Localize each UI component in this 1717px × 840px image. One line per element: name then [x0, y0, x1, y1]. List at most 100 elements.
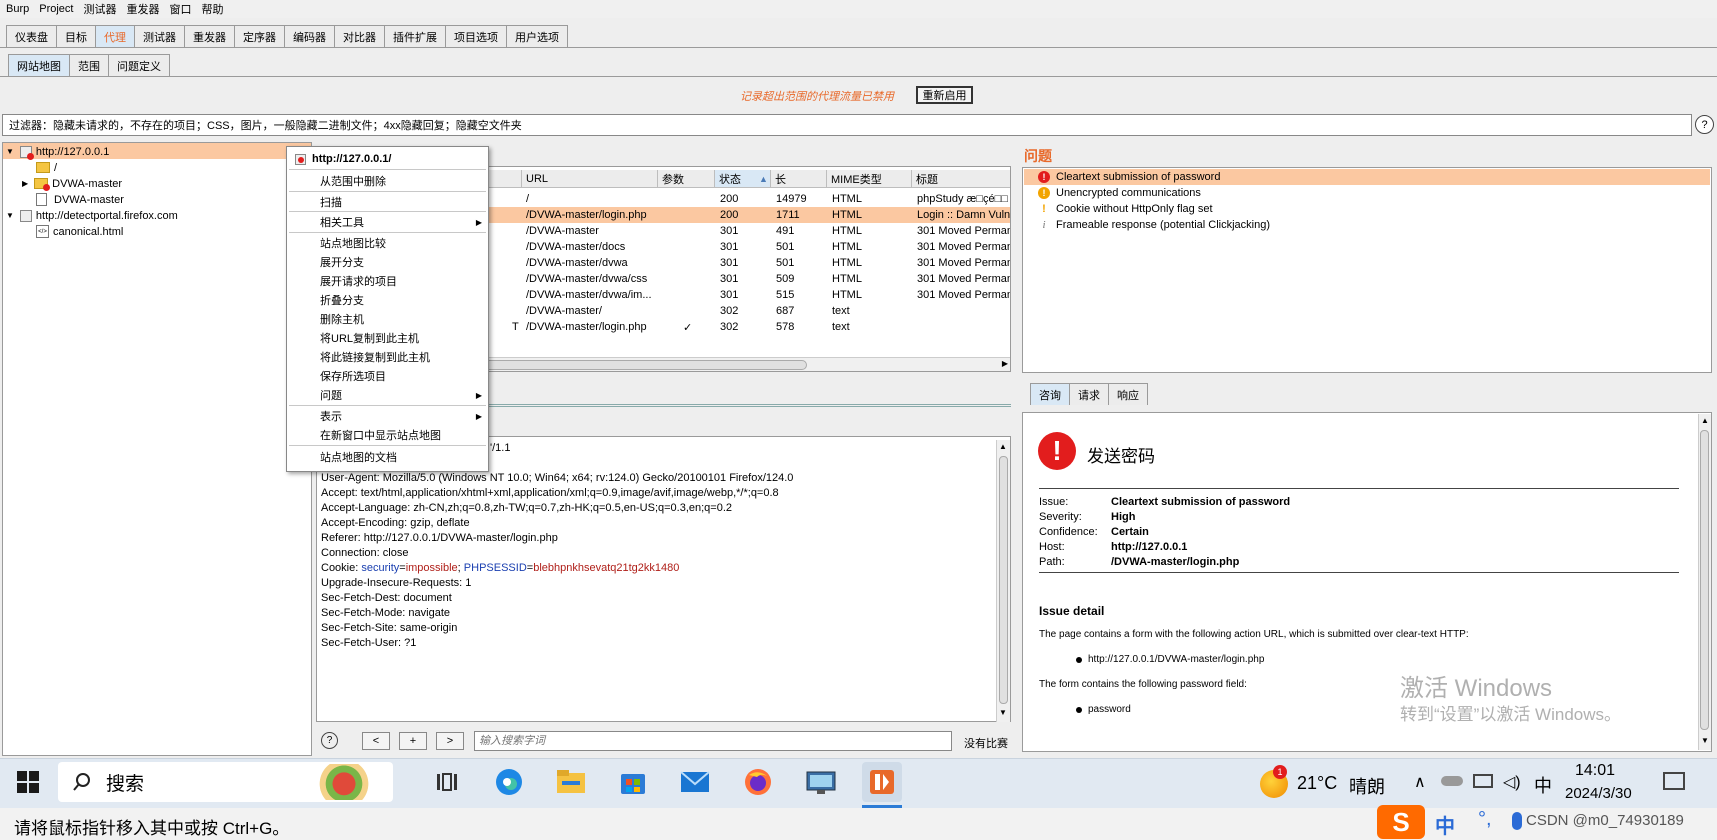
weather-desc[interactable]: 晴朗 — [1349, 773, 1385, 799]
menu-repeater[interactable]: 重发器 — [127, 1, 160, 17]
notification-center-icon[interactable] — [1663, 772, 1685, 790]
menu-item-copy-urls[interactable]: 将URL复制到此主机 — [287, 329, 488, 347]
edge-icon[interactable] — [489, 762, 529, 802]
collapse-icon[interactable]: ▼ — [6, 147, 14, 156]
tab-request[interactable]: 请求 — [1069, 383, 1109, 405]
menu-item-expand-requested[interactable]: 展开请求的项目 — [287, 272, 488, 290]
expand-icon[interactable]: ▶ — [22, 179, 28, 188]
menu-help[interactable]: 帮助 — [202, 1, 224, 17]
filter-bar[interactable]: 过滤器：隐藏未请求的，不存在的项目；CSS，图片，一般隐藏二进制文件；4xx隐藏… — [2, 114, 1692, 136]
scroll-thumb[interactable] — [999, 456, 1008, 704]
sogou-ime-icon[interactable]: S — [1377, 805, 1425, 839]
table-header-length[interactable]: 长 — [771, 170, 827, 188]
network-icon[interactable] — [1473, 774, 1493, 788]
scroll-down-icon[interactable]: ▼ — [999, 708, 1007, 717]
help-icon[interactable]: ? — [1695, 115, 1714, 134]
clock-date[interactable]: 2024/3/30 — [1565, 785, 1632, 802]
chevron-up-icon[interactable]: ∧ — [1414, 772, 1426, 792]
ime-mode[interactable]: 中 — [1435, 810, 1455, 839]
menu-item-documentation[interactable]: 站点地图的文档 — [287, 448, 488, 466]
menu-item-remove-from-scope[interactable]: 从范围中删除 — [287, 172, 488, 190]
tab-target[interactable]: 目标 — [56, 25, 96, 47]
issue-item[interactable]: ! Cleartext submission of password — [1024, 169, 1710, 185]
search-add-button[interactable]: + — [399, 732, 427, 750]
scroll-up-icon[interactable]: ▲ — [999, 442, 1007, 451]
input-method[interactable]: 中 — [1534, 772, 1552, 798]
v-scrollbar[interactable]: ▲ ▼ — [1698, 414, 1711, 750]
menu-intruder[interactable]: 测试器 — [84, 1, 117, 17]
scroll-down-icon[interactable]: ▼ — [1701, 736, 1709, 745]
mail-icon[interactable] — [675, 762, 715, 802]
help-icon[interactable]: ? — [321, 732, 338, 749]
tab-site-map[interactable]: 网站地图 — [8, 54, 70, 76]
v-scrollbar[interactable]: ▲ ▼ — [996, 440, 1010, 722]
table-header-params[interactable]: 参数 — [658, 170, 715, 188]
tab-repeater[interactable]: 重发器 — [184, 25, 235, 47]
menu-item-engagement-tools[interactable]: 相关工具 ▶ — [287, 213, 488, 231]
menu-item-delete-host[interactable]: 删除主机 — [287, 310, 488, 328]
menu-item-collapse-branch[interactable]: 折叠分支 — [287, 291, 488, 309]
table-cell-mime: HTML — [832, 193, 862, 205]
tab-proxy[interactable]: 代理 — [95, 25, 135, 47]
tree-node-root[interactable]: / — [36, 160, 57, 175]
tab-dashboard[interactable]: 仪表盘 — [6, 25, 57, 47]
menu-item-expand-branch[interactable]: 展开分支 — [287, 253, 488, 271]
menu-window[interactable]: 窗口 — [170, 1, 192, 17]
search-next-button[interactable]: > — [436, 732, 464, 750]
tree-node-host2[interactable]: ▼ http://detectportal.firefox.com — [6, 208, 178, 223]
menu-item-compare-site-maps[interactable]: 站点地图比较 — [287, 234, 488, 252]
reenable-button[interactable]: 重新启用 — [916, 86, 973, 104]
issue-item[interactable]: ! Unencrypted communications — [1024, 185, 1710, 201]
menu-project[interactable]: Project — [39, 3, 73, 15]
menu-burp[interactable]: Burp — [6, 3, 29, 15]
task-view-icon[interactable] — [427, 762, 467, 802]
firefox-icon[interactable] — [738, 762, 778, 802]
scroll-thumb[interactable] — [1700, 430, 1709, 730]
file-explorer-icon[interactable] — [551, 762, 591, 802]
volume-icon[interactable]: ◁) — [1503, 772, 1521, 792]
menu-item-show-new-window[interactable]: 在新窗口中显示站点地图 — [287, 426, 488, 444]
tab-sequencer[interactable]: 定序器 — [234, 25, 285, 47]
tab-scope[interactable]: 范围 — [69, 54, 109, 76]
tab-comparer[interactable]: 对比器 — [334, 25, 385, 47]
search-input[interactable] — [474, 731, 952, 751]
table-header-url[interactable]: URL — [522, 170, 658, 188]
scroll-up-icon[interactable]: ▲ — [1701, 416, 1709, 425]
tree-node-host1[interactable]: ▼ http://127.0.0.1 — [6, 144, 109, 160]
tree-node-dvwa-file[interactable]: DVWA-master — [36, 192, 124, 207]
tab-issue-definitions[interactable]: 问题定义 — [108, 54, 170, 76]
start-button[interactable] — [8, 762, 48, 802]
table-header-title[interactable]: 标题 — [912, 170, 1010, 188]
tab-project-options[interactable]: 项目选项 — [445, 25, 507, 47]
collapse-icon[interactable]: ▼ — [6, 211, 14, 220]
tab-user-options[interactable]: 用户选项 — [506, 25, 568, 47]
tab-decoder[interactable]: 编码器 — [284, 25, 335, 47]
issue-item[interactable]: i Frameable response (potential Clickjac… — [1024, 217, 1710, 233]
tab-intruder[interactable]: 测试器 — [134, 25, 185, 47]
tree-node-dvwa-folder[interactable]: ▶ DVWA-master — [22, 176, 122, 191]
store-icon[interactable] — [613, 762, 653, 802]
table-header-mime[interactable]: MIME类型 — [827, 170, 912, 188]
microphone-icon[interactable] — [1512, 812, 1522, 830]
cloud-icon[interactable] — [1441, 776, 1463, 786]
scroll-right-icon[interactable]: ▶ — [1002, 359, 1008, 368]
clock-time[interactable]: 14:01 — [1575, 762, 1615, 780]
taskbar-search[interactable]: 搜索 — [58, 762, 393, 802]
menu-item-view[interactable]: 表示 ▶ — [287, 407, 488, 425]
weather-temp[interactable]: 21°C — [1297, 773, 1337, 794]
burp-suite-icon[interactable] — [862, 762, 902, 802]
table-header-status[interactable]: 状态 ▲ — [715, 170, 771, 188]
tab-extender[interactable]: 插件扩展 — [384, 25, 446, 47]
menu-item-copy-links[interactable]: 将此链接复制到此主机 — [287, 348, 488, 366]
request-header-line: Sec-Fetch-Site: same-origin — [321, 622, 458, 634]
menu-item-issues[interactable]: 问题 ▶ — [287, 386, 488, 404]
punctuation-icon[interactable]: °, — [1478, 808, 1492, 831]
tab-advisory[interactable]: 咨询 — [1030, 383, 1070, 405]
tab-response[interactable]: 响应 — [1108, 383, 1148, 405]
search-prev-button[interactable]: < — [362, 732, 390, 750]
issue-item[interactable]: ! Cookie without HttpOnly flag set — [1024, 201, 1710, 217]
menu-item-save-selected[interactable]: 保存所选项目 — [287, 367, 488, 385]
remote-desktop-icon[interactable] — [801, 762, 841, 802]
menu-item-scan[interactable]: 扫描 — [287, 193, 488, 211]
tree-node-canonical[interactable]: </> canonical.html — [36, 224, 123, 239]
